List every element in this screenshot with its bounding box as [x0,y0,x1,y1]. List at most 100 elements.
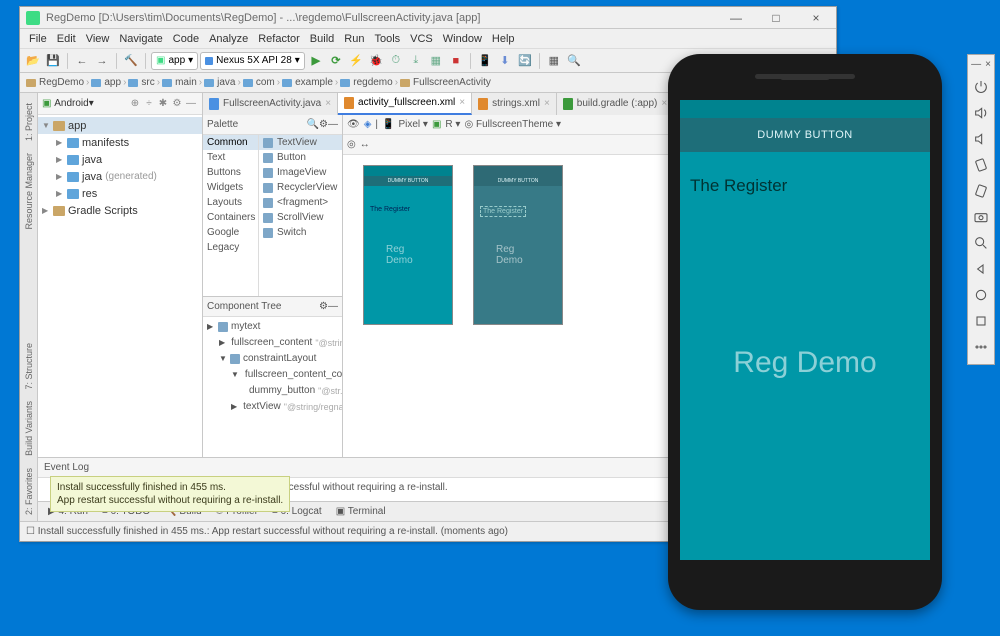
home-icon[interactable] [969,282,993,308]
layout-icon[interactable]: ◈ [364,119,372,130]
palette-group[interactable]: Layouts [203,195,258,210]
sdk-icon[interactable]: ⬇ [496,52,514,70]
palette-groups[interactable]: CommonTextButtonsWidgetsLayoutsContainer… [203,135,259,296]
menu-view[interactable]: View [81,33,115,45]
menu-navigate[interactable]: Navigate [114,33,167,45]
palette-group[interactable]: Google [203,225,258,240]
volume-up-icon[interactable] [969,100,993,126]
minimize-icon[interactable]: — [971,59,981,70]
overview-icon[interactable] [969,308,993,334]
sync-icon[interactable]: 🔄 [516,52,534,70]
stop-icon[interactable]: ■ [447,52,465,70]
menu-file[interactable]: File [24,33,52,45]
palette-item[interactable]: Switch [259,225,342,240]
palette-item[interactable]: ImageView [259,165,342,180]
close-icon[interactable]: × [985,59,991,70]
project-tree[interactable]: ▼app▶manifests▶java▶java (generated)▶res… [38,115,202,457]
run-config-combo[interactable]: ▣app▾ [151,52,198,70]
tree-row[interactable]: ▶Gradle Scripts [38,202,202,219]
component-tree[interactable]: ▶mytext▶fullscreen_content "@string/r...… [203,317,342,458]
maximize-button[interactable]: □ [756,7,796,29]
tree-row[interactable]: ▼app [38,117,202,134]
coverage-icon[interactable]: ▦ [427,52,445,70]
palette-group[interactable]: Containers [203,210,258,225]
avd-icon[interactable]: 📱 [476,52,494,70]
editor-tab[interactable]: activity_fullscreen.xml× [338,93,472,115]
breadcrumb-item[interactable]: RegDemo [26,77,84,88]
camera-icon[interactable] [969,204,993,230]
component-tree-row[interactable]: dummy_button "@str... [203,383,342,399]
eye-icon[interactable]: 👁 [347,119,360,130]
emulator-screen[interactable]: DUMMY BUTTON The Register Reg Demo [680,100,930,560]
expand-icon[interactable]: ÷ [142,97,156,111]
dummy-button[interactable]: DUMMY BUTTON [680,118,930,152]
search-icon[interactable]: 🔍 [307,119,319,130]
back-icon[interactable] [969,256,993,282]
menu-code[interactable]: Code [168,33,204,45]
component-tree-row[interactable]: ▼fullscreen_content_controls [203,367,342,383]
favorites-tool-button[interactable]: 2: Favorites [24,462,34,521]
component-tree-row[interactable]: ▶mytext [203,319,342,335]
gear-icon[interactable]: ⚙ [319,301,328,312]
palette-group[interactable]: Text [203,150,258,165]
palette-group[interactable]: Legacy [203,240,258,255]
close-tab-icon[interactable]: × [325,98,331,109]
structure-icon[interactable]: ▦ [545,52,563,70]
select-icon[interactable]: ◎ [347,139,356,150]
palette-item[interactable]: RecyclerView [259,180,342,195]
editor-tab[interactable]: strings.xml× [472,93,557,115]
search-icon[interactable]: 🔍 [565,52,583,70]
rotate-right-icon[interactable] [969,178,993,204]
component-tree-row[interactable]: ▼constraintLayout [203,351,342,367]
pan-icon[interactable]: ↔ [360,139,370,150]
breadcrumb-item[interactable]: main [162,77,197,88]
apply-code-icon[interactable]: ⚡ [347,52,365,70]
breadcrumb-item[interactable]: src [128,77,154,88]
component-tree-row[interactable]: ▶fullscreen_content "@string/r... [203,335,342,351]
tree-row[interactable]: ▶java (generated) [38,168,202,185]
blueprint-preview[interactable]: DUMMY BUTTON The Register Reg Demo [473,165,563,325]
api-select[interactable]: R ▾ [445,119,460,130]
breadcrumb-item[interactable]: com [243,77,275,88]
run-icon[interactable]: ▶ [307,52,325,70]
device-combo[interactable]: Nexus 5X API 28▾ [200,52,305,70]
make-icon[interactable]: 🔨 [122,52,140,70]
more-icon[interactable] [969,334,993,360]
palette-item[interactable]: ScrollView [259,210,342,225]
breadcrumb-item[interactable]: app [91,77,121,88]
rotate-left-icon[interactable] [969,152,993,178]
menu-help[interactable]: Help [487,33,520,45]
menu-edit[interactable]: Edit [52,33,81,45]
minimize-button[interactable]: — [716,7,756,29]
tree-row[interactable]: ▶res [38,185,202,202]
editor-tab[interactable]: build.gradle (:app)× [557,93,674,115]
breadcrumb-item[interactable]: FullscreenActivity [400,77,491,88]
breadcrumb-item[interactable]: example [282,77,333,88]
palette-items[interactable]: TextViewButtonImageViewRecyclerView<frag… [259,135,342,296]
menu-run[interactable]: Run [339,33,369,45]
zoom-icon[interactable] [969,230,993,256]
menu-tools[interactable]: Tools [369,33,405,45]
palette-group[interactable]: Widgets [203,180,258,195]
tool-tab-terminal[interactable]: ▣ Terminal [330,506,392,517]
editor-tab[interactable]: FullscreenActivity.java× [203,93,338,115]
resource-manager-tool-button[interactable]: Resource Manager [24,147,34,236]
menu-analyze[interactable]: Analyze [204,33,253,45]
tree-row[interactable]: ▶manifests [38,134,202,151]
forward-icon[interactable]: → [93,52,111,70]
menu-refactor[interactable]: Refactor [253,33,305,45]
volume-down-icon[interactable] [969,126,993,152]
palette-group[interactable]: Buttons [203,165,258,180]
menu-vcs[interactable]: VCS [405,33,438,45]
project-mode[interactable]: Android [54,98,88,109]
palette-group[interactable]: Common [203,135,258,150]
hide-icon[interactable]: — [328,301,338,312]
back-icon[interactable]: ← [73,52,91,70]
close-button[interactable]: × [796,7,836,29]
device-select[interactable]: Pixel ▾ [398,119,428,130]
hide-icon[interactable]: — [328,119,338,130]
save-icon[interactable]: 💾 [44,52,62,70]
power-icon[interactable] [969,74,993,100]
structure-tool-button[interactable]: 7: Structure [24,337,34,396]
project-tool-button[interactable]: 1: Project [24,97,34,147]
